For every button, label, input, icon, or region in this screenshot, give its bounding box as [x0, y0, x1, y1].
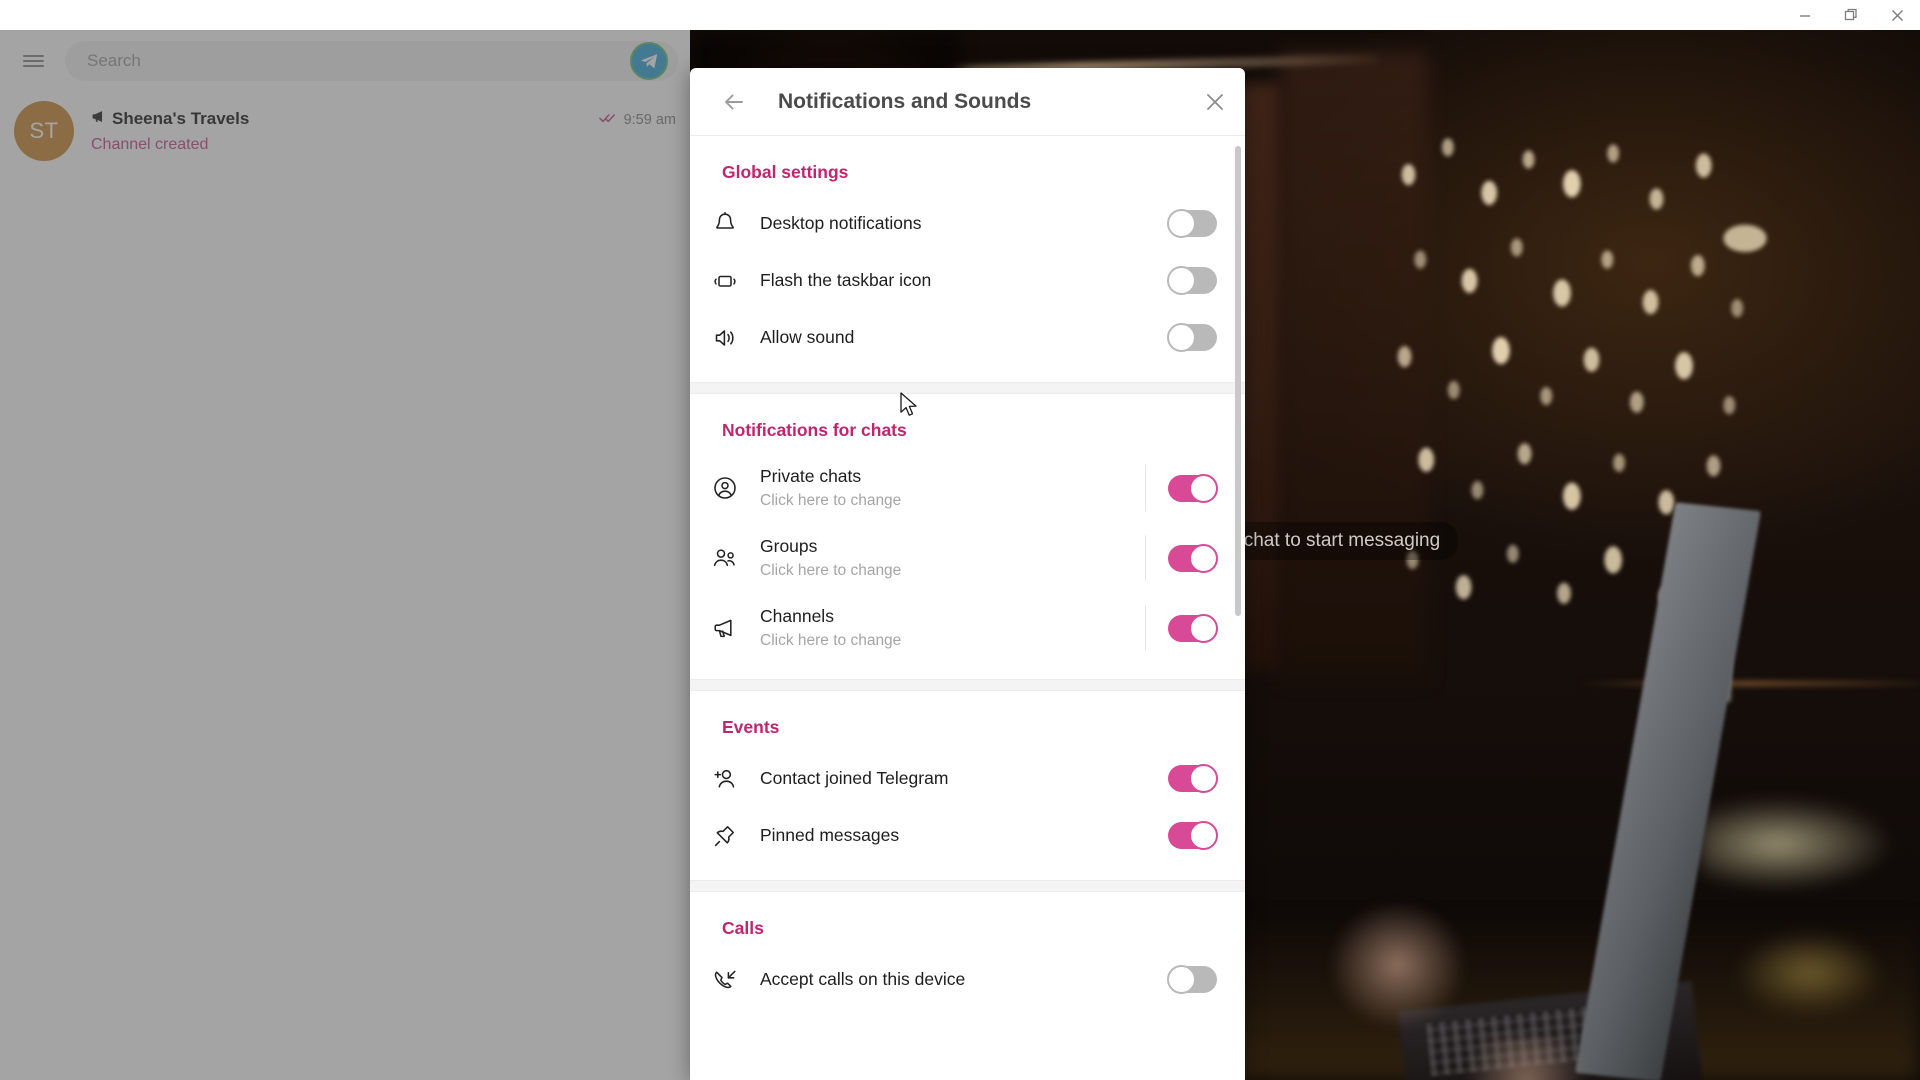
- setting-label: Pinned messages: [760, 824, 900, 845]
- section-separator: [690, 679, 1245, 691]
- toggle-knob: [1167, 965, 1196, 994]
- section-separator: [690, 880, 1245, 892]
- toggle-knob: [1189, 473, 1218, 503]
- megaphone-icon: [690, 615, 760, 641]
- setting-sublabel: Click here to change: [760, 491, 902, 509]
- row-divider: [1145, 605, 1146, 651]
- setting-row[interactable]: Channels Click here to change: [690, 593, 1245, 663]
- settings-section: Calls Accept calls on this device: [690, 892, 1245, 1024]
- toggle-knob: [1189, 764, 1218, 793]
- dialog-scroll-area[interactable]: Global settings Desktop notifications Flas…: [690, 136, 1245, 1080]
- setting-row-text: Accept calls on this device: [760, 969, 1168, 991]
- toggle-switch[interactable]: [1167, 209, 1217, 238]
- settings-section: Global settings Desktop notifications Flas…: [690, 136, 1245, 382]
- photo-shelf: [1575, 681, 1920, 686]
- setting-row[interactable]: Pinned messages: [690, 807, 1245, 864]
- toggle-knob: [1189, 543, 1218, 573]
- photo-hand-right: [1464, 1038, 1588, 1080]
- toggle-knob: [1167, 323, 1196, 352]
- add-person-icon: [690, 766, 760, 792]
- setting-row-text: Groups Click here to change: [760, 536, 1145, 580]
- setting-label: Accept calls on this device: [760, 968, 966, 989]
- setting-sublabel: Click here to change: [760, 561, 902, 579]
- section-title: Notifications for chats: [722, 420, 907, 440]
- setting-row[interactable]: Groups Click here to change: [690, 523, 1245, 593]
- minimize-button[interactable]: [1782, 0, 1828, 30]
- toggle-switch[interactable]: [1167, 323, 1217, 352]
- toggle-knob: [1167, 266, 1196, 295]
- toggle-knob: [1189, 821, 1218, 850]
- section-title: Global settings: [722, 162, 849, 182]
- toggle-switch[interactable]: [1167, 965, 1217, 994]
- toggle-switch[interactable]: [1167, 266, 1217, 295]
- incoming-call-icon: [690, 967, 760, 993]
- setting-label: Contact joined Telegram: [760, 767, 949, 788]
- setting-label: Channels: [760, 605, 834, 626]
- setting-label: Groups: [760, 535, 818, 556]
- setting-row-text: Flash the taskbar icon: [760, 270, 1168, 292]
- setting-row-text: Private chats Click here to change: [760, 466, 1145, 510]
- setting-label: Desktop notifications: [760, 212, 922, 233]
- section-separator: [690, 382, 1245, 394]
- window-titlebar: [0, 0, 1920, 30]
- bell-icon: [690, 211, 760, 237]
- setting-row-text: Allow sound: [760, 327, 1168, 349]
- people-icon: [690, 545, 760, 571]
- section-bottom-padding: [690, 1008, 1245, 1024]
- toggle-knob: [1189, 613, 1218, 643]
- pin-icon: [690, 823, 760, 849]
- speaker-icon: [690, 325, 760, 351]
- dialog-header: Notifications and Sounds: [690, 68, 1245, 136]
- section-title: Calls: [722, 918, 764, 938]
- section-bottom-padding: [690, 366, 1245, 382]
- setting-row-text: Desktop notifications: [760, 213, 1168, 235]
- photo-hand-left: [1329, 901, 1465, 1028]
- close-dialog-button[interactable]: [1193, 80, 1237, 124]
- dialog-scrollbar[interactable]: [1235, 146, 1241, 616]
- setting-row[interactable]: Contact joined Telegram: [690, 750, 1245, 807]
- row-divider: [1145, 465, 1146, 511]
- settings-section: Notifications for chats Private chats Clic…: [690, 394, 1245, 679]
- setting-row[interactable]: Private chats Click here to change: [690, 453, 1245, 523]
- settings-sections: Global settings Desktop notifications Flas…: [690, 136, 1245, 1024]
- person-circle-icon: [690, 475, 760, 501]
- toggle-knob: [1167, 209, 1196, 238]
- toggle-switch[interactable]: [1168, 543, 1218, 573]
- toggle-switch[interactable]: [1168, 764, 1218, 793]
- toggle-switch[interactable]: [1168, 473, 1218, 503]
- setting-sublabel: Click here to change: [760, 631, 902, 649]
- notifications-settings-dialog: Notifications and Sounds Global settings…: [690, 68, 1245, 1080]
- section-bottom-padding: [690, 663, 1245, 679]
- back-button[interactable]: [712, 80, 756, 124]
- setting-row-text: Pinned messages: [760, 825, 1168, 847]
- toggle-switch[interactable]: [1168, 613, 1218, 643]
- dialog-title: Notifications and Sounds: [778, 89, 1032, 113]
- row-divider: [1145, 535, 1146, 581]
- setting-row[interactable]: Allow sound: [690, 309, 1245, 366]
- setting-row[interactable]: Flash the taskbar icon: [690, 252, 1245, 309]
- setting-row[interactable]: Accept calls on this device: [690, 951, 1245, 1008]
- settings-section: Events Contact joined Telegram Pinned mess…: [690, 691, 1245, 880]
- setting-row[interactable]: Desktop notifications: [690, 195, 1245, 252]
- setting-label: Flash the taskbar icon: [760, 269, 932, 290]
- taskbar-icon: [690, 268, 760, 294]
- restore-button[interactable]: [1828, 0, 1874, 30]
- setting-label: Allow sound: [760, 326, 855, 347]
- modal-overlay-dim[interactable]: [0, 30, 690, 1080]
- toggle-switch[interactable]: [1168, 821, 1218, 850]
- setting-label: Private chats: [760, 465, 862, 486]
- section-bottom-padding: [690, 864, 1245, 880]
- setting-row-text: Contact joined Telegram: [760, 768, 1168, 790]
- close-button[interactable]: [1874, 0, 1920, 30]
- photo-warm-glow-upper: [1698, 796, 1896, 891]
- setting-row-text: Channels Click here to change: [760, 606, 1145, 650]
- telegram-desktop-window: Select a chat to start messaging ST: [0, 0, 1920, 1080]
- section-title: Events: [722, 717, 780, 737]
